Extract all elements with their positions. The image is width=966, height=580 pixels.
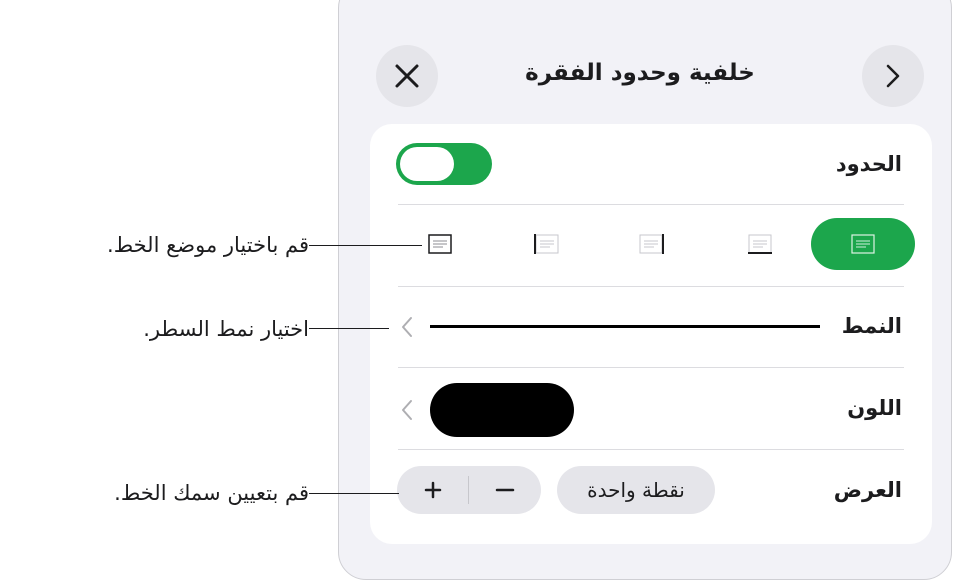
panel-title: خلفية وحدود الفقرة — [525, 60, 755, 86]
borders-label: الحدود — [835, 152, 902, 176]
minus-icon — [495, 488, 515, 492]
chevron-left-icon — [402, 400, 412, 420]
width-label: العرض — [833, 478, 902, 502]
callout-style: اختيار نمط السطر. — [143, 317, 309, 341]
all-borders-icon — [851, 234, 875, 254]
forward-button[interactable] — [862, 45, 924, 107]
decrease-width-button[interactable] — [469, 466, 541, 514]
callout-leader — [309, 245, 422, 246]
callout-width: قم بتعيين سمك الخط. — [114, 481, 309, 505]
left-border-icon — [534, 234, 559, 254]
callout-position: قم باختيار موضع الخط. — [107, 233, 309, 257]
style-label: النمط — [841, 314, 902, 338]
separator — [398, 286, 904, 287]
callout-leader — [309, 328, 389, 329]
borders-toggle[interactable] — [396, 143, 492, 185]
position-all-borders-button[interactable] — [811, 218, 915, 270]
increase-width-button[interactable] — [397, 466, 469, 514]
chevron-left-icon — [402, 317, 412, 337]
chevron-right-icon — [886, 64, 900, 88]
color-swatch[interactable] — [430, 383, 574, 437]
position-left-border-button[interactable] — [516, 218, 576, 270]
separator — [398, 449, 904, 450]
callout-leader — [309, 493, 399, 494]
width-value-button[interactable]: نقطة واحدة — [557, 466, 715, 514]
position-bottom-border-button[interactable] — [730, 218, 790, 270]
position-top-bottom-button[interactable] — [410, 218, 470, 270]
color-label: اللون — [847, 396, 902, 420]
width-stepper — [397, 466, 541, 514]
close-icon — [395, 64, 419, 88]
position-right-border-button[interactable] — [624, 218, 684, 270]
top-bottom-borders-icon — [428, 234, 452, 254]
toggle-knob — [400, 147, 454, 181]
separator — [398, 204, 904, 205]
bottom-border-icon — [748, 234, 772, 254]
plus-icon — [424, 481, 442, 499]
line-style-preview[interactable] — [430, 325, 820, 328]
right-border-icon — [639, 234, 664, 254]
separator — [398, 367, 904, 368]
